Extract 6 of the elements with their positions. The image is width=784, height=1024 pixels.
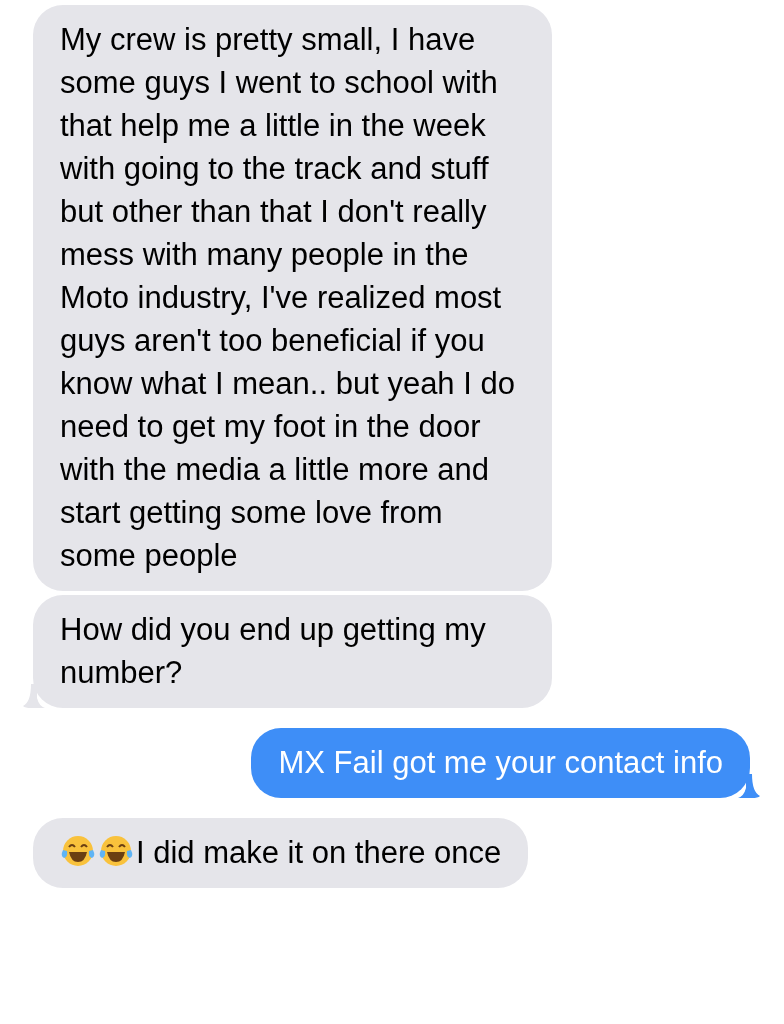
laughing-tears-icon <box>98 833 134 869</box>
message-text: My crew is pretty small, I have some guys I went to school with that help me a little in the week with going to the track and stuff but other than that I don't really mess with many people in the Moto industry, I've realized most guys aren't too beneficial if you know what I mean.. but yeah I do need to get my foot in the door with the media a little more and start getting some love from some people <box>60 22 515 573</box>
laughing-tears-icon <box>60 833 96 869</box>
message-text: I did make it on there once <box>136 835 502 870</box>
message-text: MX Fail got me your contact info <box>278 745 723 780</box>
message-text: How did you end up getting my number? <box>60 612 486 690</box>
